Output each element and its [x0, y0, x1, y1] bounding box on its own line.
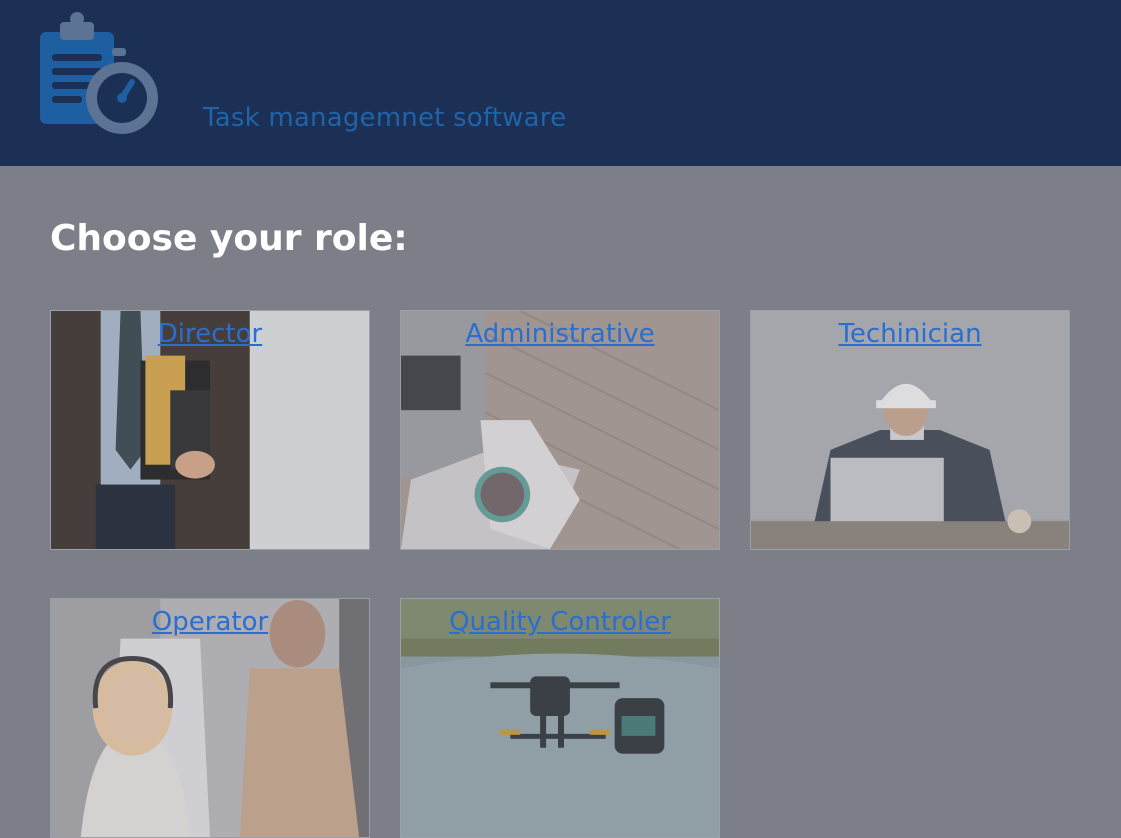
role-card-director[interactable]: Director	[50, 310, 370, 550]
role-card-techinician[interactable]: Techinician	[750, 310, 1070, 550]
app-title: Task managemnet software	[203, 103, 567, 133]
page-heading: Choose your role:	[50, 218, 408, 259]
role-link-administrative[interactable]: Administrative	[401, 319, 719, 349]
clipboard-stopwatch-icon	[40, 12, 158, 134]
role-link-quality-controler[interactable]: Quality Controler	[401, 607, 719, 637]
app-header: Task managemnet software	[0, 0, 1121, 166]
role-link-operator[interactable]: Operator	[51, 607, 369, 637]
role-card-administrative[interactable]: Administrative	[400, 310, 720, 550]
role-card-operator[interactable]: Operator	[50, 598, 370, 838]
role-link-techinician[interactable]: Techinician	[751, 319, 1069, 349]
role-card-quality-controler[interactable]: Quality Controler	[400, 598, 720, 838]
role-link-director[interactable]: Director	[51, 319, 369, 349]
